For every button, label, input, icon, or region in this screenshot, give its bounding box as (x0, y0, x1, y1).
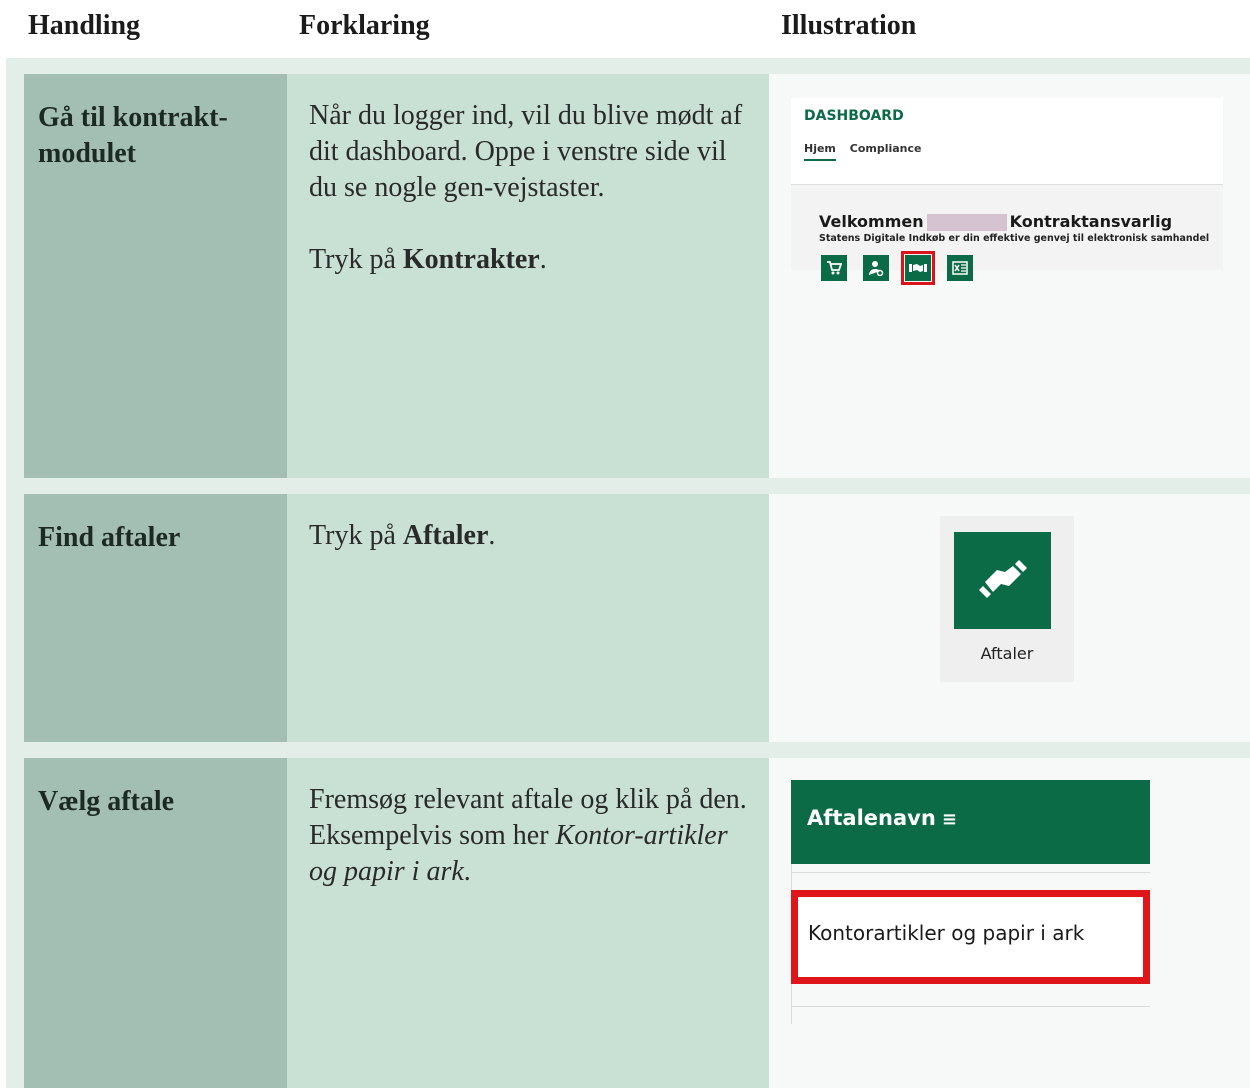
table-row: Gå til kontrakt- modulet Når du logger i… (24, 74, 1250, 478)
aftaler-tile-screenshot: Aftaler (940, 516, 1074, 682)
header-illustration: Illustration (781, 10, 917, 41)
redacted-name (926, 214, 1007, 231)
action-text: Find aftaler (38, 522, 181, 553)
table-row: Vælg aftale Fremsøg relevant aftale og k… (24, 758, 1250, 1088)
welcome-text: Velkommen Kontraktansvarlig (819, 212, 1173, 231)
explanation-cell: Fremsøg relevant aftale og klik på den. … (287, 758, 769, 1088)
header-forklaring: Forklaring (299, 10, 430, 41)
excel-icon[interactable] (947, 255, 974, 281)
agreement-list-screenshot: Aftalenavn ≡ Kontorartikler og papir i ar… (791, 780, 1150, 1024)
action-cell: Find aftaler (24, 494, 287, 742)
table-row: Find aftaler Tryk på Aftaler. Aftaler (24, 494, 1250, 742)
menu-icon: ≡ (941, 809, 957, 830)
welcome-subtitle: Statens Digitale Indkøb er din effektive… (819, 233, 1210, 244)
explanation-cell: Tryk på Aftaler. (287, 494, 769, 742)
illustration-cell: DASHBOARD Hjem Compliance Velkommen Kontr… (769, 74, 1250, 478)
dashboard-title: DASHBOARD (804, 108, 904, 124)
action-cell: Vælg aftale (24, 758, 287, 1088)
dashboard-screenshot: DASHBOARD Hjem Compliance Velkommen Kontr… (791, 98, 1223, 285)
user-settings-icon[interactable] (863, 255, 890, 281)
dashboard-tabs: Hjem Compliance (804, 142, 932, 161)
tab-hjem[interactable]: Hjem (804, 142, 836, 161)
action-text: Vælg aftale (38, 786, 175, 817)
aftaler-tile-label: Aftaler (980, 644, 1034, 663)
shortcut-icons (821, 251, 984, 285)
aftaler-tile[interactable] (954, 532, 1051, 629)
handshake-icon[interactable] (901, 251, 936, 285)
table-header: Handling Forklaring Illustration (0, 0, 1250, 58)
explanation-text: Når du logger ind, vil du blive mødt af … (309, 100, 743, 275)
action-cell: Gå til kontrakt- modulet (24, 74, 287, 478)
header-handling: Handling (28, 10, 141, 41)
explanation-text: Tryk på Aftaler. (309, 520, 496, 551)
tab-compliance[interactable]: Compliance (850, 142, 922, 159)
action-text: Gå til kontrakt- modulet (38, 102, 228, 169)
illustration-cell: Aftalenavn ≡ Kontorartikler og papir i ar… (769, 758, 1250, 1088)
illustration-cell: Aftaler (769, 494, 1250, 742)
cart-icon[interactable] (821, 255, 847, 281)
explanation-text: Fremsøg relevant aftale og klik på den. … (309, 784, 747, 887)
instruction-table: Gå til kontrakt- modulet Når du logger i… (6, 58, 1250, 1088)
agreement-list-header[interactable]: Aftalenavn ≡ (791, 780, 1150, 864)
handshake-icon (978, 560, 1027, 598)
explanation-cell: Når du logger ind, vil du blive mødt af … (287, 74, 769, 478)
agreement-list-item[interactable]: Kontorartikler og papir i ark (791, 890, 1150, 984)
